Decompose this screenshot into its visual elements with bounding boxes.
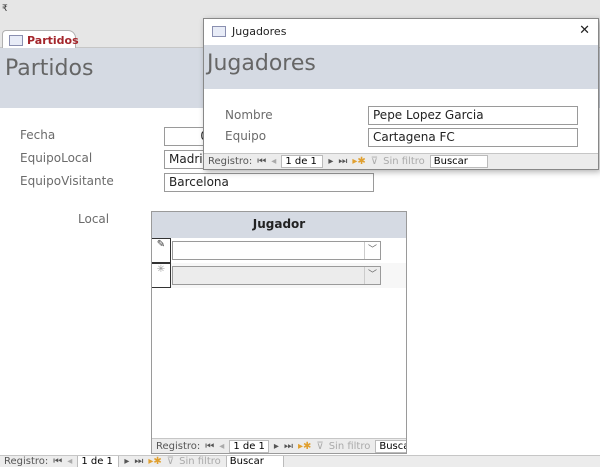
- search-input[interactable]: Buscar: [429, 155, 488, 168]
- label-equipolocal: EquipoLocal: [20, 151, 93, 165]
- next-record-button[interactable]: ▸: [274, 441, 279, 452]
- popup-title: Jugadores: [207, 51, 316, 76]
- last-record-button[interactable]: ⏭: [284, 441, 293, 452]
- close-icon[interactable]: ✕: [579, 23, 590, 38]
- jugadores-subform: Jugador ✎ ﹀ ✳ ﹀ Registro: ⏮ ◂ 1 de 1 ▸ ⏭…: [151, 211, 407, 454]
- prev-record-button[interactable]: ◂: [67, 456, 72, 467]
- subform-navigation: Registro: ⏮ ◂ 1 de 1 ▸ ⏭ ▸✱ ⊽ Sin filtro…: [152, 438, 406, 453]
- tab-partidos[interactable]: Partidos: [2, 30, 79, 49]
- chevron-down-icon[interactable]: ﹀: [364, 242, 380, 259]
- last-record-button[interactable]: ⏭: [338, 156, 347, 167]
- filter-toggle[interactable]: Sin filtro: [383, 156, 425, 167]
- jugador-new-combobox[interactable]: ﹀: [172, 266, 381, 285]
- new-record-button[interactable]: ▸✱: [298, 441, 311, 452]
- popup-titlebar[interactable]: Jugadores ✕: [204, 19, 598, 45]
- equipo-field[interactable]: Cartagena FC: [368, 128, 578, 147]
- new-row: ✳ ﹀: [152, 263, 406, 288]
- prev-record-button[interactable]: ◂: [271, 156, 276, 167]
- next-record-button[interactable]: ▸: [124, 456, 129, 467]
- jugadores-popup-window: Jugadores ✕ Jugadores Nombre Pepe Lopez …: [203, 18, 599, 170]
- label-local: Local: [78, 212, 110, 226]
- search-input[interactable]: Buscar: [225, 456, 284, 467]
- table-row: ✎ ﹀: [152, 238, 406, 263]
- jugador-combobox[interactable]: ﹀: [172, 241, 381, 260]
- first-record-button[interactable]: ⏮: [205, 441, 214, 452]
- record-number-input[interactable]: 1 de 1: [77, 456, 120, 467]
- filter-toggle[interactable]: Sin filtro: [179, 456, 221, 467]
- form-title: Partidos: [5, 56, 94, 81]
- column-header-jugador: Jugador: [152, 212, 406, 238]
- new-record-icon[interactable]: ✳: [152, 263, 171, 288]
- tab-label: Partidos: [27, 34, 79, 47]
- customize-toolbar-icon[interactable]: ₹: [2, 4, 8, 14]
- label-nombre: Nombre: [225, 108, 273, 122]
- record-number-input[interactable]: 1 de 1: [229, 439, 269, 453]
- popup-navigation: Registro: ⏮ ◂ 1 de 1 ▸ ⏭ ▸✱ ⊽ Sin filtro…: [204, 153, 598, 169]
- filter-icon: ⊽: [166, 456, 175, 467]
- filter-icon: ⊽: [316, 440, 324, 452]
- search-input[interactable]: Buscar: [375, 439, 406, 453]
- equipovisitante-field[interactable]: Barcelona: [164, 173, 374, 192]
- label-equipovisitante: EquipoVisitante: [20, 174, 114, 188]
- popup-window-title: Jugadores: [232, 25, 287, 38]
- nav-label: Registro:: [4, 456, 49, 467]
- nav-label: Registro:: [208, 156, 253, 167]
- popup-header: Jugadores: [204, 45, 598, 89]
- chevron-down-icon[interactable]: ﹀: [364, 267, 380, 284]
- new-record-button[interactable]: ▸✱: [148, 456, 161, 467]
- edit-pencil-icon[interactable]: ✎: [152, 238, 171, 263]
- first-record-button[interactable]: ⏮: [53, 456, 62, 467]
- form-icon: [9, 35, 23, 46]
- first-record-button[interactable]: ⏮: [257, 156, 266, 167]
- form-navigation: Registro: ⏮ ◂ 1 de 1 ▸ ⏭ ▸✱ ⊽ Sin filtro…: [0, 455, 600, 467]
- nav-label: Registro:: [156, 440, 201, 452]
- filter-toggle[interactable]: Sin filtro: [329, 441, 371, 452]
- prev-record-button[interactable]: ◂: [219, 441, 224, 452]
- new-record-button[interactable]: ▸✱: [352, 156, 365, 167]
- form-icon: [212, 26, 226, 37]
- filter-icon: ⊽: [370, 156, 379, 167]
- record-number-input[interactable]: 1 de 1: [281, 155, 324, 168]
- label-fecha: Fecha: [20, 128, 56, 142]
- label-equipo: Equipo: [225, 129, 267, 143]
- last-record-button[interactable]: ⏭: [134, 456, 143, 467]
- nombre-field[interactable]: Pepe Lopez Garcia: [368, 106, 578, 125]
- next-record-button[interactable]: ▸: [328, 156, 333, 167]
